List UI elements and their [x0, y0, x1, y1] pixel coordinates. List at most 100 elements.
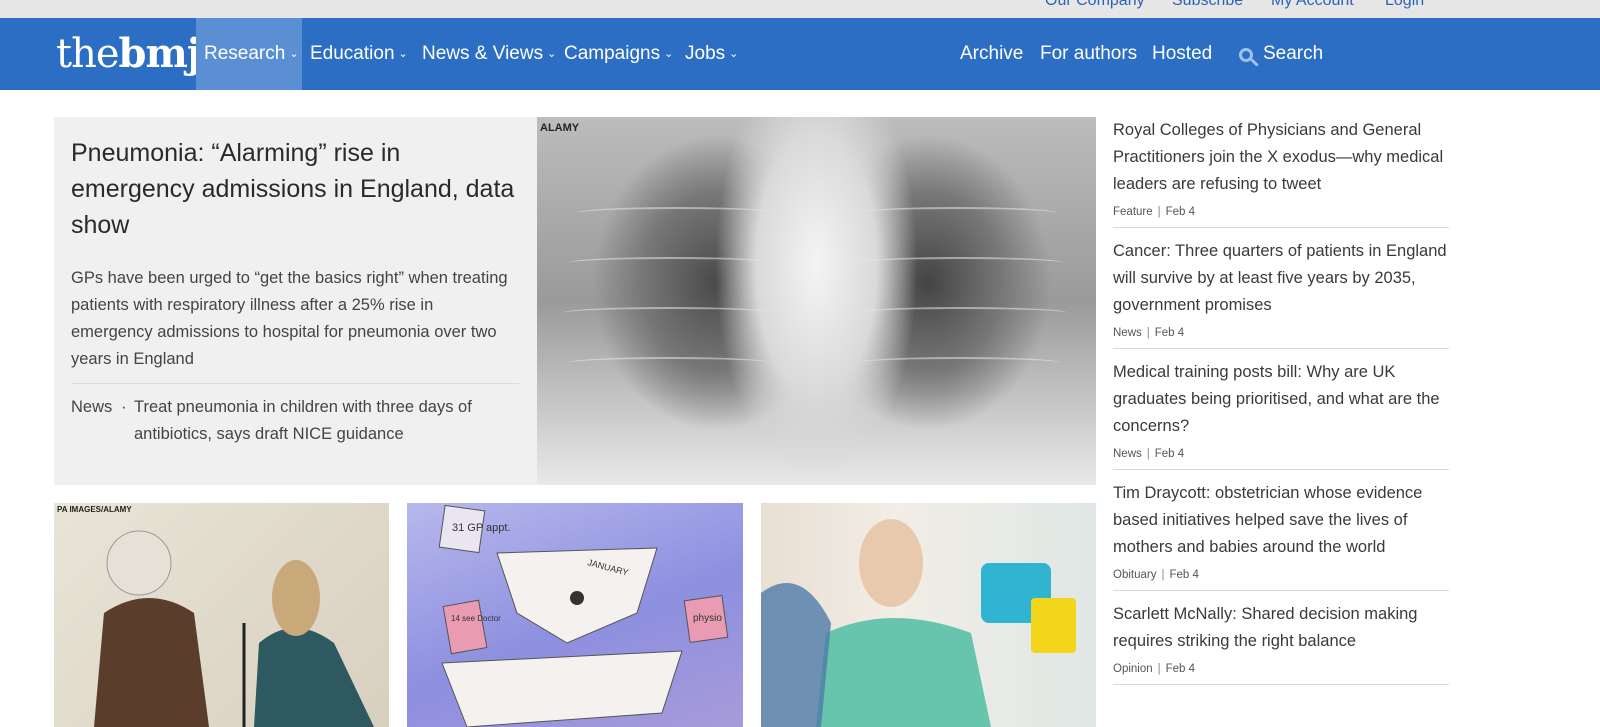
- patient-face-shape: [859, 519, 923, 607]
- meta-separator: |: [1146, 448, 1150, 460]
- list-item-title[interactable]: Scarlett McNally: Shared decision making…: [1113, 601, 1449, 655]
- calendar-illustration-image[interactable]: 31 GP appt. JANUARY 14 see Doctor physio: [407, 503, 743, 727]
- my-account-link[interactable]: My Account: [1271, 0, 1354, 10]
- main-navigation: thebmj Research ⌄ Education ⌄ News & Views…: [0, 18, 1600, 90]
- list-item-date: Feb 4: [1169, 569, 1199, 581]
- physio-text: physio: [693, 613, 722, 624]
- list-item-meta: Feature | Feb 4: [1113, 206, 1449, 218]
- logo-bmj: bmj: [118, 30, 202, 77]
- list-item-title[interactable]: Tim Draycott: obstetrician whose evidenc…: [1113, 480, 1449, 561]
- latest-news-sidebar: Royal Colleges of Physicians and General…: [1113, 117, 1449, 695]
- nav-search[interactable]: Search: [1239, 18, 1323, 90]
- list-item[interactable]: Tim Draycott: obstetrician whose evidenc…: [1113, 480, 1449, 591]
- nurse-shape: [761, 583, 831, 727]
- meta-separator: |: [1146, 327, 1150, 339]
- rib-shape: [567, 357, 772, 369]
- nav-hosted[interactable]: Hosted: [1152, 18, 1212, 90]
- rib-shape: [567, 257, 777, 269]
- login-link[interactable]: Login: [1385, 0, 1424, 10]
- list-item-meta: News | Feb 4: [1113, 327, 1449, 339]
- see-doctor-text: 14 see Doctor: [451, 614, 501, 623]
- nav-archive[interactable]: Archive: [960, 18, 1023, 90]
- list-item-type: Opinion: [1113, 663, 1153, 675]
- yellow-bin-shape: [1031, 598, 1076, 653]
- lead-story-title[interactable]: Pneumonia: “Alarming” rise in emergency …: [71, 135, 519, 243]
- image-credit: PA IMAGES/ALAMY: [57, 505, 132, 514]
- meta-separator: |: [1161, 569, 1165, 581]
- chevron-down-icon: ⌄: [729, 48, 739, 60]
- list-item-date: Feb 4: [1154, 327, 1185, 339]
- list-item[interactable]: Cancer: Three quarters of patients in En…: [1113, 238, 1449, 349]
- list-item-date: Feb 4: [1154, 448, 1185, 460]
- nav-campaigns-label: Campaigns: [564, 43, 661, 64]
- meta-separator: |: [1157, 206, 1161, 218]
- list-item-type: Feature: [1113, 206, 1153, 218]
- nurse-patient-drawing: [761, 519, 1076, 727]
- search-icon: [1239, 48, 1253, 62]
- chevron-down-icon: ⌄: [664, 48, 674, 60]
- barrister-wig-shape: [106, 530, 172, 596]
- courtroom-sketch-drawing: [94, 530, 374, 727]
- defendant-hair-shape: [272, 560, 320, 636]
- calendar-illustration-drawing: 31 GP appt. JANUARY 14 see Doctor physio: [438, 504, 729, 727]
- nav-education-label: Education: [310, 43, 395, 64]
- list-item-meta: Opinion | Feb 4: [1113, 663, 1449, 675]
- list-item-meta: Obituary | Feb 4: [1113, 569, 1449, 581]
- list-item[interactable]: Scarlett McNally: Shared decision making…: [1113, 601, 1449, 685]
- list-item-meta: News | Feb 4: [1113, 448, 1449, 460]
- chevron-down-icon: ⌄: [547, 48, 557, 60]
- nav-jobs-label: Jobs: [685, 43, 726, 64]
- list-item[interactable]: Royal Colleges of Physicians and General…: [1113, 117, 1449, 228]
- rib-shape: [855, 257, 1065, 269]
- nav-research-label: Research: [204, 43, 286, 64]
- barrister-robe-shape: [94, 598, 209, 727]
- rib-shape: [857, 357, 1062, 369]
- nav-for-authors[interactable]: For authors: [1040, 18, 1137, 90]
- list-item-title[interactable]: Medical training posts bill: Why are UK …: [1113, 359, 1449, 440]
- related-article-separator: ·: [121, 398, 127, 416]
- search-label: Search: [1263, 43, 1324, 64]
- rib-shape: [562, 307, 777, 319]
- lead-story-text: Pneumonia: “Alarming” rise in emergency …: [71, 135, 519, 448]
- list-item[interactable]: Medical training posts bill: Why are UK …: [1113, 359, 1449, 470]
- rib-shape: [857, 207, 1057, 219]
- chest-xray-image[interactable]: ALAMY: [537, 117, 1096, 485]
- list-item-title[interactable]: Cancer: Three quarters of patients in En…: [1113, 238, 1449, 319]
- courtroom-sketch-image[interactable]: PA IMAGES/ALAMY: [54, 503, 389, 727]
- our-company-link[interactable]: Our Company: [1045, 0, 1145, 10]
- subscribe-link[interactable]: Subscribe: [1172, 0, 1243, 10]
- nav-education[interactable]: Education ⌄: [310, 18, 408, 90]
- related-article-link[interactable]: Treat pneumonia in children with three d…: [134, 394, 519, 448]
- list-item-date: Feb 4: [1165, 206, 1196, 218]
- list-item-date: Feb 4: [1165, 663, 1196, 675]
- person-figure-shape: [570, 591, 584, 605]
- list-item-title[interactable]: Royal Colleges of Physicians and General…: [1113, 117, 1449, 198]
- related-article: News · Treat pneumonia in children with …: [71, 394, 519, 448]
- nav-jobs[interactable]: Jobs ⌄: [685, 18, 738, 90]
- calendar-page-shape: [441, 650, 683, 727]
- list-item-type: News: [1113, 448, 1142, 460]
- chevron-down-icon: ⌄: [289, 48, 299, 60]
- patient-top-shape: [816, 618, 991, 727]
- lead-story-summary: GPs have been urged to “get the basics r…: [71, 269, 508, 368]
- gp-appointment-text: 31 GP appt.: [452, 522, 511, 534]
- nav-news-views-label: News & Views: [422, 43, 544, 64]
- nav-research[interactable]: Research ⌄: [196, 18, 302, 90]
- related-article-type: News: [71, 398, 113, 416]
- rib-shape: [853, 307, 1068, 319]
- nav-news-views[interactable]: News & Views ⌄: [422, 18, 556, 90]
- rib-shape: [577, 207, 777, 219]
- list-item-type: Obituary: [1113, 569, 1157, 581]
- lead-divider: [71, 383, 519, 384]
- nurse-patient-photo[interactable]: [761, 503, 1096, 727]
- defendant-clothing-shape: [254, 628, 374, 727]
- utility-bar: Our Company Subscribe My Account Login: [0, 0, 1600, 18]
- list-item-type: News: [1113, 327, 1142, 339]
- bmj-logo[interactable]: thebmj: [56, 26, 202, 82]
- chevron-down-icon: ⌄: [398, 48, 408, 60]
- image-credit: ALAMY: [540, 122, 580, 134]
- see-doctor-note: [442, 599, 488, 655]
- nav-campaigns[interactable]: Campaigns ⌄: [564, 18, 673, 90]
- logo-the: the: [56, 31, 120, 77]
- meta-separator: |: [1157, 663, 1161, 675]
